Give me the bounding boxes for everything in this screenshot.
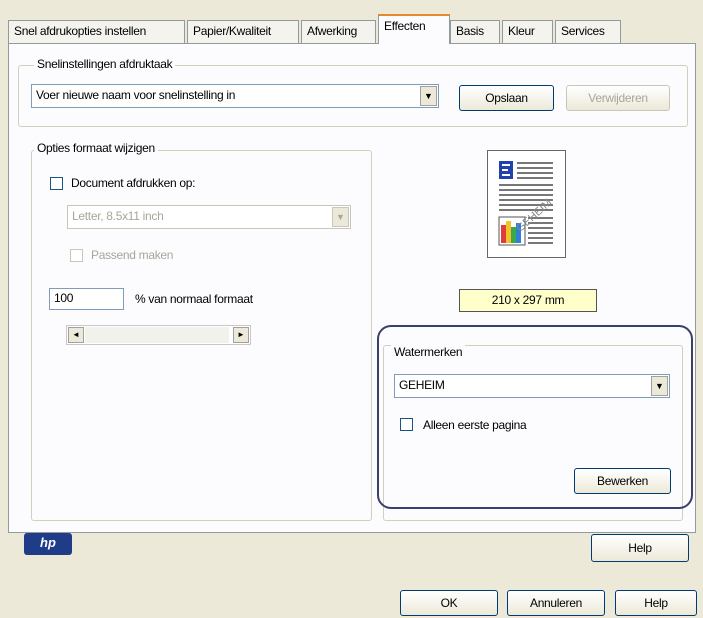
- help-dialog-button[interactable]: Help: [615, 590, 697, 616]
- page-thumbnail-icon: GEHEIM: [498, 161, 554, 246]
- tab-effects[interactable]: Effecten: [378, 14, 450, 44]
- quick-settings-combo-value: Voer nieuwe naam voor snelinstelling in: [36, 88, 236, 102]
- slider-track[interactable]: [85, 327, 229, 343]
- tab-label: Effecten: [384, 19, 426, 33]
- first-page-only-checkbox[interactable]: [400, 418, 413, 431]
- tab-color[interactable]: Kleur: [502, 20, 553, 43]
- percent-slider[interactable]: ◄ ►: [66, 325, 251, 345]
- tab-label: Kleur: [508, 24, 535, 38]
- ok-button[interactable]: OK: [400, 590, 498, 616]
- delete-button[interactable]: Verwijderen: [566, 85, 670, 111]
- fit-checkbox[interactable]: [70, 249, 83, 262]
- print-on-label: Document afdrukken op:: [71, 176, 196, 190]
- tab-label: Basis: [456, 24, 484, 38]
- tab-label: Services: [561, 24, 605, 38]
- tab-quick-print[interactable]: Snel afdrukopties instellen: [8, 20, 185, 43]
- percent-label: % van normaal formaat: [135, 292, 253, 306]
- resize-options-title: Opties formaat wijzigen: [34, 141, 158, 155]
- scroll-left-icon[interactable]: ◄: [68, 327, 84, 343]
- watermarks-title: Watermerken: [391, 345, 466, 359]
- cancel-button[interactable]: Annuleren: [507, 590, 605, 616]
- paper-size-combo[interactable]: Letter, 8.5x11 inch ▼: [67, 205, 351, 229]
- edit-watermark-button[interactable]: Bewerken: [574, 468, 671, 494]
- chevron-down-icon[interactable]: ▼: [332, 207, 349, 227]
- tab-services[interactable]: Services: [555, 20, 621, 43]
- save-button[interactable]: Opslaan: [459, 85, 554, 111]
- percent-input-value: 100: [54, 291, 74, 305]
- watermark-combo-value: GEHEIM: [399, 378, 445, 392]
- fit-label: Passend maken: [91, 248, 174, 262]
- tab-basics[interactable]: Basis: [450, 20, 500, 43]
- chevron-down-icon[interactable]: ▼: [420, 86, 437, 106]
- percent-input[interactable]: 100: [49, 288, 124, 310]
- quick-settings-title: Snelinstellingen afdruktaak: [34, 57, 176, 71]
- paper-size-display: 210 x 297 mm: [459, 289, 597, 312]
- watermark-combo[interactable]: GEHEIM ▼: [394, 374, 670, 398]
- chevron-down-icon[interactable]: ▼: [651, 376, 668, 396]
- tab-paper-quality[interactable]: Papier/Kwaliteit: [187, 20, 299, 43]
- page-preview-icon: GEHEIM: [487, 150, 566, 258]
- tab-label: Snel afdrukopties instellen: [14, 24, 146, 38]
- print-on-checkbox[interactable]: [50, 177, 63, 190]
- scroll-right-icon[interactable]: ►: [233, 327, 249, 343]
- hp-logo: hp: [24, 533, 72, 555]
- tab-finishing[interactable]: Afwerking: [301, 20, 376, 43]
- tab-label: Papier/Kwaliteit: [193, 24, 271, 38]
- first-page-only-label: Alleen eerste pagina: [423, 418, 527, 432]
- help-button[interactable]: Help: [591, 534, 689, 562]
- quick-settings-combo[interactable]: Voer nieuwe naam voor snelinstelling in …: [31, 84, 439, 108]
- paper-size-combo-value: Letter, 8.5x11 inch: [72, 209, 164, 223]
- tab-label: Afwerking: [307, 24, 357, 38]
